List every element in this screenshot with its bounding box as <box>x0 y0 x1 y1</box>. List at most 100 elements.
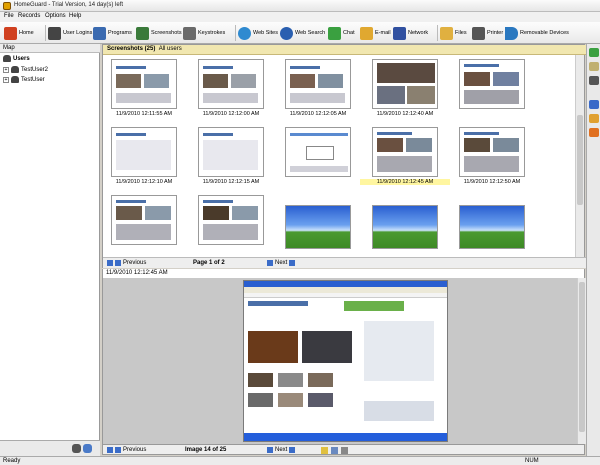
screenshot-thumbnail[interactable] <box>459 59 525 109</box>
home-button[interactable]: Home <box>4 24 34 42</box>
edit-icon[interactable] <box>589 100 599 109</box>
network-icon <box>393 26 406 40</box>
zoom-fit-icon[interactable] <box>321 447 328 454</box>
arrow-left-icon <box>115 446 121 453</box>
screenshot-thumbnail[interactable] <box>285 127 351 177</box>
removable-devices-button[interactable]: Removable Devices <box>505 24 569 42</box>
left-bottom-bar <box>0 440 100 456</box>
next-page-button[interactable]: Next <box>267 260 297 266</box>
user-icon <box>11 76 19 83</box>
grid-scrollbar[interactable] <box>575 55 584 257</box>
screenshot-thumbnail[interactable] <box>372 59 438 109</box>
screenshot-thumbnail[interactable] <box>459 127 525 177</box>
status-text: Ready <box>3 458 21 464</box>
zoom-option-icon[interactable] <box>341 447 348 454</box>
user-filter[interactable]: All users <box>159 46 182 52</box>
printer-button[interactable]: Printer <box>472 24 503 42</box>
expand-icon[interactable]: + <box>3 76 9 83</box>
menu-bar: File Records Options Help <box>0 12 600 22</box>
screenshot-caption: 11/9/2010 12:12:40 AM <box>376 111 434 117</box>
scroll-thumb[interactable] <box>579 282 585 432</box>
network-button[interactable]: Network <box>393 24 428 42</box>
screenshot-thumbnail[interactable] <box>198 195 264 245</box>
right-sidebar <box>586 44 600 456</box>
map-panel: Map Users + TestUser2 + TestUser <box>0 44 100 456</box>
previous-page-button[interactable]: Previous <box>107 260 146 266</box>
app-icon <box>3 2 11 10</box>
menu-records[interactable]: Records <box>18 13 40 19</box>
lock-icon[interactable] <box>589 114 599 123</box>
screenshot-thumbnail-desktop[interactable] <box>459 205 525 249</box>
user-logins-icon <box>48 26 61 40</box>
web-search-button[interactable]: Web Search <box>280 24 325 42</box>
chat-button[interactable]: Chat <box>328 24 355 42</box>
preview-panel <box>102 278 585 444</box>
shield-icon[interactable] <box>589 128 599 137</box>
screenshot-caption: 11/9/2010 12:12:00 AM <box>202 111 260 117</box>
screenshot-caption: 11/9/2010 12:12:50 AM <box>463 179 521 185</box>
user-icon[interactable] <box>72 444 81 453</box>
screenshot-thumbnail[interactable] <box>372 127 438 177</box>
screenshot-thumbnail-desktop[interactable] <box>372 205 438 249</box>
search-icon <box>280 26 293 40</box>
files-label: Files <box>455 30 467 36</box>
preview-screenshot[interactable] <box>243 280 448 442</box>
screenshots-icon <box>136 26 149 40</box>
image-indicator: Image 14 of 25 <box>185 446 227 453</box>
screenshot-thumbnail[interactable] <box>198 59 264 109</box>
screenshots-button[interactable]: Screenshots <box>136 24 182 42</box>
keystrokes-label: Keystrokes <box>198 30 226 36</box>
arrow-left-icon <box>115 260 121 266</box>
web-search-label: Web Search <box>295 30 326 36</box>
previous-image-button[interactable]: Previous <box>107 446 146 453</box>
programs-icon <box>93 26 106 40</box>
home-label: Home <box>19 30 34 36</box>
next-image-button[interactable]: Next <box>267 446 297 453</box>
refresh-icon[interactable] <box>589 48 599 57</box>
email-button[interactable]: E-mail <box>360 24 391 42</box>
scroll-thumb[interactable] <box>577 115 583 205</box>
programs-button[interactable]: Programs <box>93 24 132 42</box>
tree-item-testuser[interactable]: + TestUser <box>3 76 45 83</box>
screenshot-thumbnail[interactable] <box>111 59 177 109</box>
chat-icon <box>328 26 341 40</box>
users-icon[interactable] <box>589 76 599 85</box>
files-button[interactable]: Files <box>440 24 467 42</box>
screenshot-grid-panel: Screenshots (25) All users 11/9/2010 12:… <box>102 44 586 268</box>
arrow-right-icon <box>289 446 296 453</box>
preview-pager: Previous Image 14 of 25 Next <box>102 444 585 455</box>
web-sites-button[interactable]: Web Sites <box>238 24 278 42</box>
settings-icon[interactable] <box>83 444 92 453</box>
screenshot-thumbnail[interactable] <box>198 127 264 177</box>
email-label: E-mail <box>375 30 391 36</box>
screenshot-caption: 11/9/2010 12:12:05 AM <box>289 111 347 117</box>
screenshots-label: Screenshots <box>151 30 182 36</box>
menu-file[interactable]: File <box>4 13 14 19</box>
arrow-right-icon <box>267 446 273 453</box>
screenshot-thumbnail-desktop[interactable] <box>285 205 351 249</box>
expand-icon[interactable]: + <box>3 66 9 73</box>
grid-pager: Previous Page 1 of 2 Next <box>103 257 586 268</box>
envelope-icon <box>360 26 373 40</box>
keystrokes-button[interactable]: Keystrokes <box>183 24 225 42</box>
keystrokes-icon <box>183 26 196 40</box>
user-logins-label: User Logins <box>63 30 93 36</box>
folder-icon <box>440 26 453 40</box>
tree-item-testuser2[interactable]: + TestUser2 <box>3 66 48 73</box>
menu-help[interactable]: Help <box>69 13 81 19</box>
zoom-actual-icon[interactable] <box>331 447 338 454</box>
screenshot-thumbnail[interactable] <box>285 59 351 109</box>
arrow-left-icon <box>107 446 113 453</box>
menu-options[interactable]: Options <box>45 13 66 19</box>
printer-label: Printer <box>487 30 504 36</box>
preview-scrollbar[interactable] <box>577 278 586 444</box>
status-bar: Ready NUM <box>0 456 600 465</box>
toolbar: Home User Logins Programs Screenshots Ke… <box>0 22 600 44</box>
screenshot-thumbnail[interactable] <box>111 195 177 245</box>
screenshot-thumbnail[interactable] <box>111 127 177 177</box>
num-lock-indicator: NUM <box>525 458 539 464</box>
map-header: Map <box>0 44 100 53</box>
tree-root-users[interactable]: Users <box>3 55 30 62</box>
user-logins-button[interactable]: User Logins <box>48 24 92 42</box>
calendar-icon[interactable] <box>589 62 599 71</box>
